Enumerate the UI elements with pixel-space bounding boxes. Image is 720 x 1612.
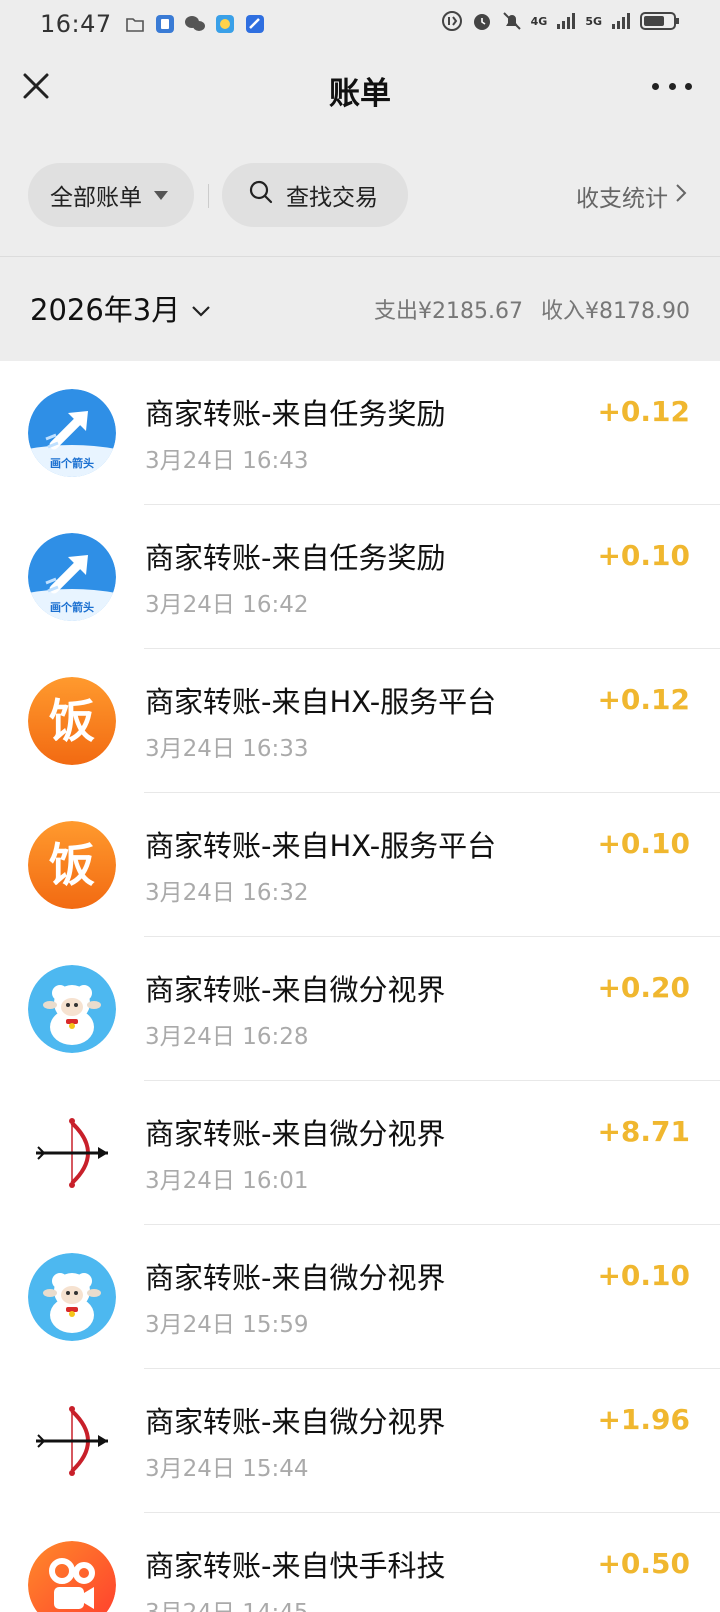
chevron-right-icon [674,182,688,210]
transaction-amount: +0.50 [597,1547,690,1580]
merchant-avatar [28,1253,116,1341]
transaction-title: 商家转账-来自微分视界 [145,1117,446,1151]
transaction-amount: +0.12 [597,683,690,716]
transaction-time: 3月24日 16:42 [145,592,309,618]
income-total: 收入¥8178.90 [541,299,690,324]
merchant-avatar: 饭 [28,821,116,909]
transaction-time: 3月24日 16:01 [145,1168,309,1194]
transaction-amount: +1.96 [597,1403,690,1436]
transaction-title: 商家转账-来自微分视界 [145,973,446,1007]
status-system-icons: 4G 5G [441,10,680,32]
fan-app-icon: 饭 [28,677,116,765]
app-notification-icon [154,13,176,35]
stats-label: 收支统计 [576,186,668,212]
page-title: 账单 [329,76,391,112]
battery-icon [640,10,680,32]
arrow-app-icon: 画个箭头 [28,389,116,477]
search-icon [248,179,274,211]
dropdown-arrow-icon [154,190,168,200]
filter-bar: 全部账单 查找交易 收支统计 [0,160,720,228]
transaction-time: 3月24日 15:59 [145,1312,309,1338]
svg-text:画个箭头: 画个箭头 [50,600,94,614]
svg-text:饭: 饭 [49,838,95,892]
transaction-time: 3月24日 14:45 [145,1593,309,1612]
transaction-row[interactable]: 画个箭头 商家转账-来自任务奖励 3月24日 16:43 +0.12 [0,361,720,505]
transaction-row[interactable]: 画个箭头 商家转账-来自任务奖励 3月24日 16:42 +0.10 [0,505,720,649]
transaction-title: 商家转账-来自微分视界 [145,1261,446,1295]
transaction-row[interactable]: 饭 商家转账-来自HX-服务平台 3月24日 16:32 +0.10 [0,793,720,937]
transaction-title: 商家转账-来自任务奖励 [145,541,446,575]
merchant-avatar: 画个箭头 [28,533,116,621]
transaction-row[interactable]: 饭 商家转账-来自HX-服务平台 3月24日 16:33 +0.12 [0,649,720,793]
status-time: 16:47 [40,10,112,38]
arrow-app-icon: 画个箭头 [28,533,116,621]
signal-icon [555,10,577,32]
more-icon[interactable] [652,78,692,94]
transaction-amount: +0.20 [597,971,690,1004]
transaction-time: 3月24日 15:44 [145,1456,309,1482]
transaction-time: 3月24日 16:33 [145,736,309,762]
sheep-app-icon [28,965,116,1053]
kuaishou-icon [28,1541,116,1612]
browser-icon [244,13,266,35]
all-bills-label: 全部账单 [50,185,142,211]
merchant-avatar: 饭 [28,677,116,765]
merchant-avatar [28,1541,116,1612]
network-5g-label: 5G [585,14,602,28]
expense-total: 支出¥2185.67 [374,299,524,324]
all-bills-dropdown[interactable]: 全部账单 [28,163,194,227]
fan-app-icon: 饭 [28,821,116,909]
wechat-icon [184,13,206,35]
transaction-amount: +0.12 [597,395,690,428]
transaction-row[interactable]: 商家转账-来自微分视界 3月24日 15:59 +0.10 [0,1225,720,1369]
transaction-amount: +8.71 [597,1115,690,1148]
bow-arrow-icon [28,1109,116,1197]
merchant-avatar [28,1109,116,1197]
search-label: 查找交易 [286,185,378,211]
transaction-time: 3月24日 16:28 [145,1024,309,1050]
month-label: 2026年3月 [30,293,181,327]
merchant-avatar [28,1397,116,1485]
search-transactions-button[interactable]: 查找交易 [222,163,408,227]
bow-arrow-icon [28,1397,116,1485]
filter-divider [208,184,209,208]
transaction-title: 商家转账-来自快手科技 [145,1549,446,1583]
transaction-amount: +0.10 [597,1259,690,1292]
month-totals: 支出¥2185.67 收入¥8178.90 [374,293,690,325]
transaction-row[interactable]: 商家转账-来自微分视界 3月24日 16:28 +0.20 [0,937,720,1081]
transaction-list: 画个箭头 商家转账-来自任务奖励 3月24日 16:43 +0.12 画个箭头 … [0,361,720,1612]
transaction-time: 3月24日 16:32 [145,880,309,906]
signal-icon-2 [610,10,632,32]
sheep-app-icon [28,1253,116,1341]
transaction-time: 3月24日 16:43 [145,448,309,474]
status-bar: 16:47 4G 5G [0,0,720,48]
chevron-down-icon [190,291,212,325]
transaction-amount: +0.10 [597,827,690,860]
mute-bell-icon [501,10,523,32]
data-saver-icon [441,10,463,32]
transaction-row[interactable]: 商家转账-来自微分视界 3月24日 15:44 +1.96 [0,1369,720,1513]
transaction-amount: +0.10 [597,539,690,572]
network-4g-label: 4G [530,14,548,28]
month-summary: 2026年3月 支出¥2185.67 收入¥8178.90 [0,257,720,361]
transaction-title: 商家转账-来自HX-服务平台 [145,829,497,863]
alarm-icon [471,10,493,32]
month-selector[interactable]: 2026年3月 [30,287,212,329]
folder-icon [124,13,146,35]
svg-text:饭: 饭 [49,694,95,748]
nav-bar: 账单 [0,48,720,136]
transaction-title: 商家转账-来自微分视界 [145,1405,446,1439]
transaction-title: 商家转账-来自HX-服务平台 [145,685,497,719]
weather-icon [214,13,236,35]
transaction-row[interactable]: 商家转账-来自微分视界 3月24日 16:01 +8.71 [0,1081,720,1225]
merchant-avatar: 画个箭头 [28,389,116,477]
transaction-title: 商家转账-来自任务奖励 [145,397,446,431]
svg-text:画个箭头: 画个箭头 [50,456,94,470]
income-expense-stats-link[interactable]: 收支统计 [576,179,688,213]
transaction-row[interactable]: 商家转账-来自快手科技 3月24日 14:45 +0.50 [0,1513,720,1612]
status-notification-icons [124,13,266,35]
merchant-avatar [28,965,116,1053]
